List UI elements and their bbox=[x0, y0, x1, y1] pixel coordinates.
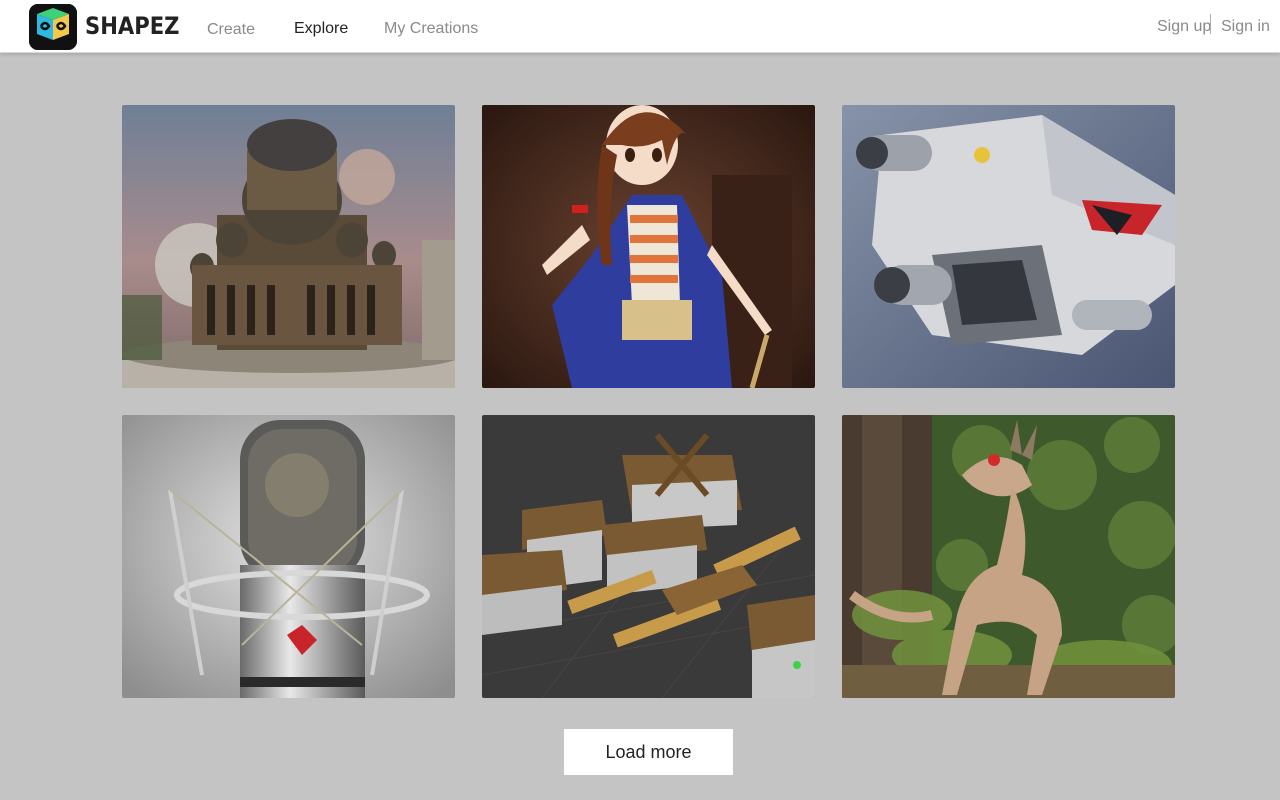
anime-pirate-girl-image bbox=[482, 105, 815, 388]
shapez-logo-icon[interactable] bbox=[29, 4, 77, 50]
gallery-item[interactable] bbox=[842, 105, 1175, 388]
gallery-item[interactable] bbox=[122, 415, 455, 698]
medieval-village-image bbox=[482, 415, 815, 698]
gallery-item[interactable] bbox=[842, 415, 1175, 698]
sign-up-link[interactable]: Sign up bbox=[1157, 18, 1211, 36]
dragon-creature-image bbox=[842, 415, 1175, 698]
gallery-item[interactable] bbox=[122, 105, 455, 388]
brand-name[interactable]: SHAPEZ bbox=[85, 12, 179, 40]
load-more-button[interactable]: Load more bbox=[564, 729, 733, 775]
top-bar: SHAPEZ Create Explore My Creations Sign … bbox=[0, 0, 1280, 53]
auth-divider bbox=[1210, 14, 1211, 34]
spaceship-image bbox=[842, 105, 1175, 388]
sign-in-link[interactable]: Sign in bbox=[1221, 18, 1270, 36]
fantasy-castle-image bbox=[122, 105, 455, 388]
nav-explore[interactable]: Explore bbox=[294, 20, 348, 38]
nav-my-creations[interactable]: My Creations bbox=[384, 20, 478, 38]
gallery-item[interactable] bbox=[482, 105, 815, 388]
nav-create[interactable]: Create bbox=[207, 21, 255, 39]
gallery-item[interactable] bbox=[482, 415, 815, 698]
studio-microphone-image bbox=[122, 415, 455, 698]
